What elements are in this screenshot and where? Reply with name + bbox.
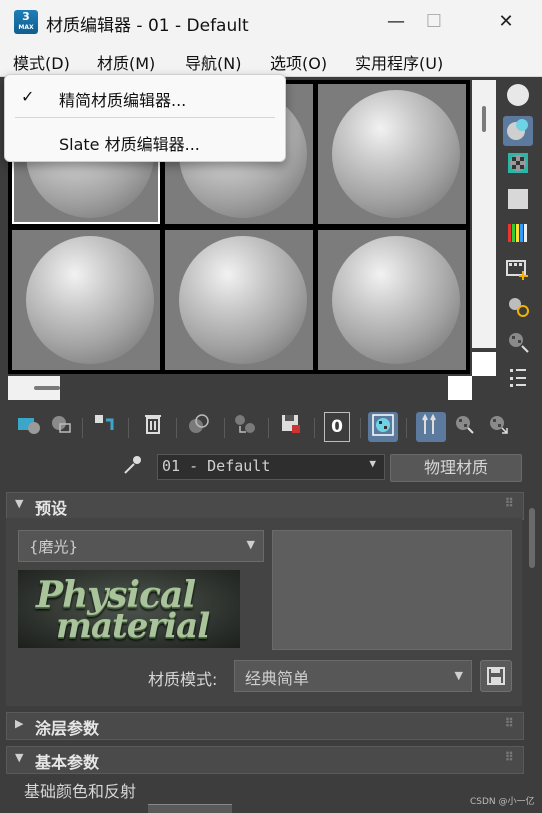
window-title: 材质编辑器 - 01 - Default: [46, 16, 249, 36]
chevron-down-icon: ▼: [454, 669, 463, 682]
parameters-scrollbar[interactable]: [527, 494, 537, 794]
material-mode-value: 经典简单: [245, 669, 310, 688]
show-shaded-material-in-viewport-icon[interactable]: [368, 412, 398, 442]
mode-dropdown-menu: ✓ 精简材质编辑器... Slate 材质编辑器...: [4, 74, 286, 162]
background-checker-icon[interactable]: [503, 152, 533, 182]
slots-horizontal-scrollbar[interactable]: [8, 376, 472, 400]
sample-slot[interactable]: [165, 230, 313, 370]
menu-item-label: 精简材质编辑器...: [59, 91, 187, 110]
menu-item-compact-editor[interactable]: ✓ 精简材质编辑器...: [5, 79, 285, 113]
material-id-channel-button[interactable]: 0: [324, 412, 350, 442]
minimize-button[interactable]: —: [378, 8, 414, 36]
make-material-copy-icon[interactable]: [184, 412, 214, 442]
sample-type-sphere-icon[interactable]: [503, 82, 533, 112]
sample-slot[interactable]: [12, 230, 160, 370]
maximize-button[interactable]: ☐: [416, 8, 452, 36]
material-map-navigator-icon[interactable]: [503, 366, 533, 396]
presets-panel: {磨光} ▼ Physical material 材质模式: 经典简单 ▼: [6, 518, 522, 706]
options-icon[interactable]: [503, 294, 533, 324]
put-to-library-save-icon[interactable]: [276, 412, 306, 442]
pick-material-eyedropper-icon[interactable]: [122, 454, 142, 481]
save-preset-button[interactable]: [480, 660, 512, 692]
chevron-down-icon: ▼: [369, 457, 376, 470]
3dsmax-app-icon: 3 MAX: [14, 10, 38, 34]
menu-item-slate-editor[interactable]: Slate 材质编辑器...: [5, 123, 285, 157]
preset-value: {磨光}: [29, 538, 79, 556]
scrollbar-corner: [472, 352, 496, 376]
go-to-parent-icon[interactable]: [450, 412, 480, 442]
put-material-to-scene-icon[interactable]: [46, 412, 76, 442]
expand-arrow-icon: ▶: [15, 717, 24, 730]
rollout-title: 预设: [35, 499, 68, 518]
sample-slot[interactable]: [318, 84, 466, 224]
make-preview-icon[interactable]: [503, 258, 533, 288]
rollout-grip-icon: ⠿: [504, 716, 514, 730]
menu-navigation[interactable]: 导航(N): [185, 50, 241, 74]
reset-map-delete-icon[interactable]: [138, 412, 168, 442]
sample-uv-tiling-icon[interactable]: [503, 188, 533, 218]
rollout-coating-header[interactable]: ▶ 涂层参数 ⠿: [6, 712, 524, 740]
material-name-value: 01 - Default: [162, 457, 271, 475]
rollout-grip-icon: ⠿: [504, 496, 514, 510]
menu-separator: [15, 117, 275, 118]
menu-options[interactable]: 选项(O): [270, 50, 327, 74]
menu-bar: 模式(D) 材质(M) 导航(N) 选项(O) 实用程序(U): [0, 44, 542, 77]
base-color-reflection-label: 基础颜色和反射: [24, 782, 137, 801]
rollout-title: 涂层参数: [35, 719, 100, 738]
preset-dropdown[interactable]: {磨光} ▼: [18, 530, 264, 562]
watermark: CSDN @小一亿: [470, 797, 535, 807]
material-mode-label: 材质模式:: [148, 670, 218, 689]
sample-slot[interactable]: [318, 230, 466, 370]
rollout-grip-icon: ⠿: [504, 750, 514, 764]
physical-material-logo-image: Physical material: [18, 570, 240, 648]
select-by-material-icon[interactable]: [503, 330, 533, 360]
assign-material-to-selection-icon[interactable]: [90, 412, 120, 442]
collapse-arrow-icon: ▼: [15, 497, 24, 510]
menu-item-label: Slate 材质编辑器...: [59, 135, 200, 154]
backlight-icon[interactable]: [503, 116, 533, 146]
rollout-basic-header[interactable]: ▼ 基本参数 ⠿: [6, 746, 524, 774]
video-color-check-icon[interactable]: [503, 222, 533, 252]
slots-vertical-scrollbar[interactable]: [472, 80, 496, 348]
show-end-result-icon[interactable]: [416, 412, 446, 442]
rollout-title: 基本参数: [35, 753, 100, 772]
menu-material[interactable]: 材质(M): [97, 50, 155, 74]
material-name-select[interactable]: 01 - Default ▼: [157, 454, 385, 480]
preset-description-box: [272, 530, 512, 650]
material-type-button[interactable]: 物理材质: [390, 454, 522, 482]
menu-mode[interactable]: 模式(D): [13, 50, 70, 74]
menu-utilities[interactable]: 实用程序(U): [355, 50, 443, 74]
close-button[interactable]: ✕: [488, 8, 524, 36]
checkmark-icon: ✓: [21, 87, 35, 106]
rollout-presets-header[interactable]: ▼ 预设 ⠿: [6, 492, 524, 520]
title-bar: 3 MAX 材质编辑器 - 01 - Default — ☐ ✕: [0, 0, 542, 44]
make-unique-icon[interactable]: [230, 412, 260, 442]
collapse-arrow-icon: ▼: [15, 751, 24, 764]
go-forward-to-sibling-icon[interactable]: [484, 412, 514, 442]
material-mode-dropdown[interactable]: 经典简单 ▼: [234, 660, 472, 692]
get-material-icon[interactable]: [14, 412, 44, 442]
chevron-down-icon: ▼: [246, 538, 255, 551]
